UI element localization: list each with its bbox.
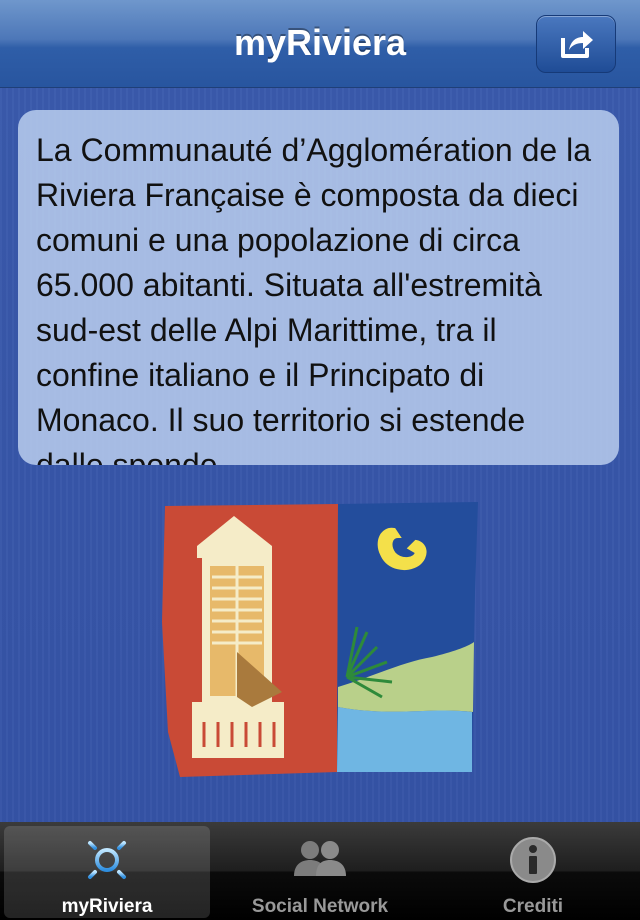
tab-myriviera[interactable]: myRiviera — [4, 826, 210, 918]
navigation-bar: myRiviera — [0, 0, 640, 88]
description-text: La Communauté d’Agglomération de la Rivi… — [36, 132, 591, 465]
share-button[interactable] — [536, 15, 616, 73]
tab-bar: myRiviera Social Network Crediti — [0, 822, 640, 920]
tab-crediti[interactable]: Crediti — [430, 826, 636, 918]
tab-social-network[interactable]: Social Network — [217, 826, 423, 918]
logo-water — [337, 707, 472, 772]
info-icon — [510, 837, 556, 883]
tab-label-myriviera: myRiviera — [61, 896, 153, 917]
sun-icon — [81, 834, 133, 886]
description-box[interactable]: La Communauté d’Agglomération de la Rivi… — [18, 110, 619, 465]
share-icon — [561, 31, 593, 58]
tab-label-social-network: Social Network — [251, 896, 389, 917]
tab-label-crediti: Crediti — [502, 896, 564, 917]
people-icon — [294, 841, 346, 876]
riviera-logo-icon — [162, 502, 478, 777]
main-content: La Communauté d’Agglomération de la Rivi… — [0, 88, 640, 822]
